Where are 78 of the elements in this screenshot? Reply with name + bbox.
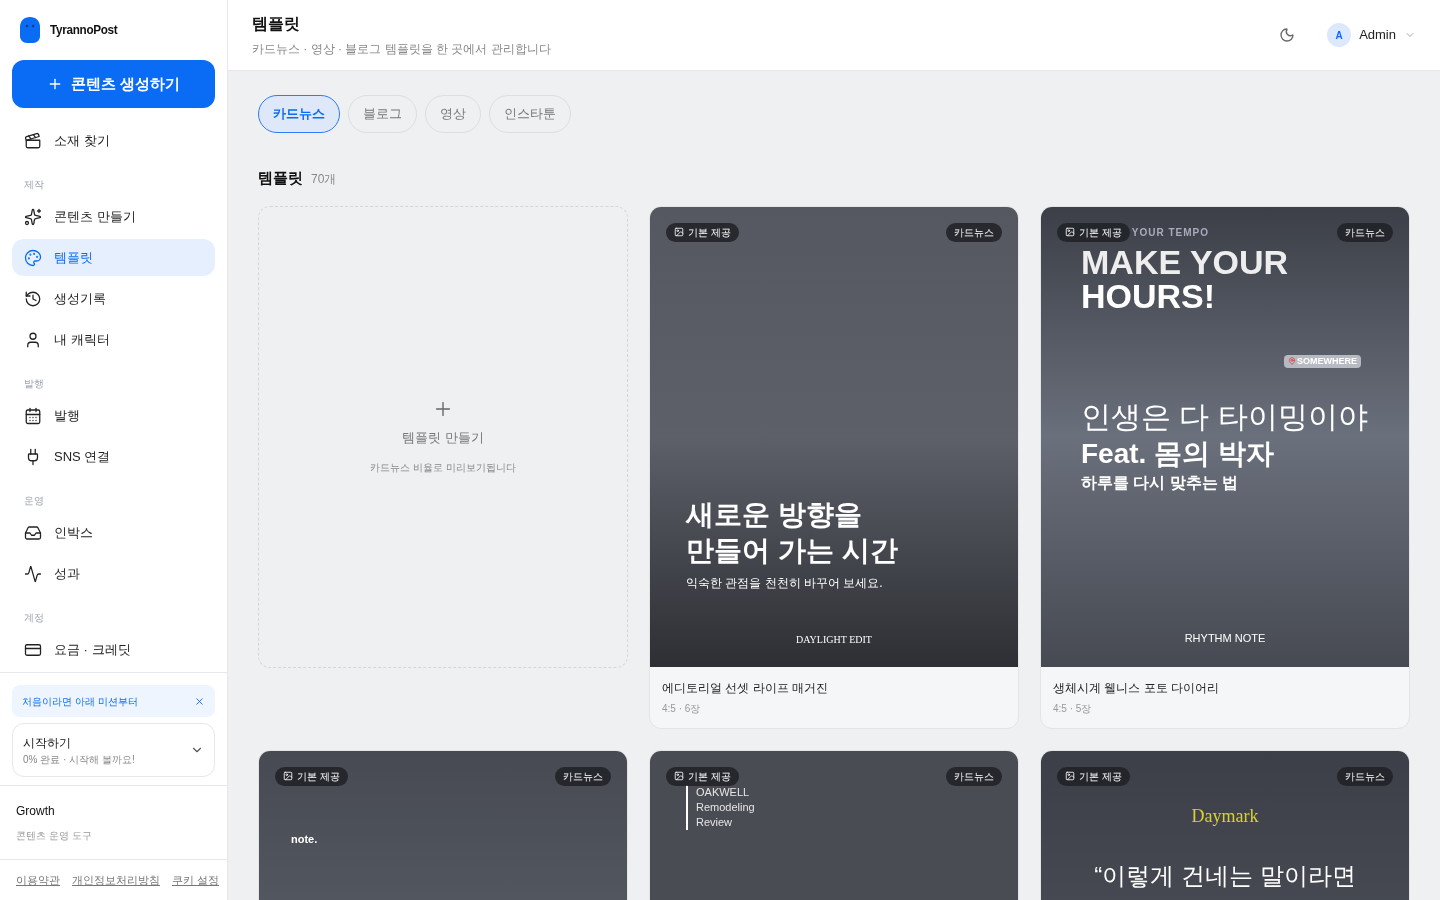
category-tab[interactable]: 카드뉴스 (258, 95, 340, 133)
preview-headline: 인생은 다 타이밍이야 (1081, 399, 1369, 435)
nav-section-label: 발행 (23, 377, 45, 391)
nav-icon (24, 289, 42, 308)
onboarding-progress: 0% 완료 · 시작해 볼까요! (23, 752, 135, 767)
section-title: 템플릿 (258, 168, 303, 188)
nav-icon (24, 207, 42, 226)
image-icon (1065, 227, 1075, 237)
nav-section-label: 운영 (23, 494, 45, 508)
template-card[interactable]: 기본 제공 카드뉴스 Daymark “이렇게 건네는 말이라면 (1040, 749, 1410, 900)
template-title: 에디토리얼 선셋 라이프 매거진 (662, 679, 829, 697)
brand-name: TyrannoPost (50, 21, 118, 40)
preview-subtitle: 하루를 다시 맞추는 법 (1081, 472, 1240, 493)
plan-name: Growth (16, 803, 56, 820)
preview-text: Remodeling (696, 799, 756, 815)
preview-text: Review (696, 814, 734, 830)
plan-description: 콘텐츠 운영 도구 (16, 829, 93, 843)
create-template-hint: 카드뉴스 비율로 미리보기됩니다 (370, 460, 516, 475)
nav-icon (24, 131, 42, 150)
preview-kicker: YOUR TEMPO (1131, 225, 1209, 240)
nav-icon (24, 523, 42, 542)
preview-footer-text: RHYTHM NOTE (1184, 631, 1266, 646)
template-count: 70개 (311, 171, 337, 188)
nav-item[interactable]: 콘텐츠 만들기 (12, 198, 215, 235)
template-meta: 4:5 · 6장 (662, 701, 702, 716)
user-avatar: A (1327, 23, 1352, 47)
page-title: 템플릿 (252, 14, 301, 34)
user-menu[interactable]: A Admin (1327, 23, 1416, 47)
nav-item[interactable]: 발행 (12, 397, 215, 434)
template-card[interactable]: 기본 제공 카드뉴스 OAKWELL Remodeling Review (649, 749, 1019, 900)
nav-item[interactable]: 템플릿 (12, 239, 215, 276)
preview-text: OAKWELL (696, 784, 751, 800)
preview-headline: 새로운 방향을 (686, 497, 863, 532)
preview-subtitle: 익숙한 관점을 천천히 바꾸어 보세요. (686, 574, 884, 592)
nav-item[interactable]: 요금 · 크레딧 (12, 631, 215, 668)
image-icon (674, 227, 684, 237)
onboarding-title: 시작하기 (23, 734, 72, 752)
close-icon[interactable] (194, 695, 205, 707)
nav-section-label: 계정 (23, 611, 45, 625)
create-template-title: 템플릿 만들기 (402, 429, 484, 448)
preview-quote: “이렇게 건네는 말이라면 (1094, 860, 1356, 891)
preview-headline: MAKE YOUR (1081, 244, 1290, 279)
template-card[interactable]: 기본 제공 카드뉴스 새로운 방향을 만들어 가는 시간 익숙한 관점을 천천히 바꾸어 보세요. DAYLIGHT EDIT 에디토리얼 선셋 라이프 매거진 4:5 · 6장 (649, 205, 1019, 729)
image-icon (674, 771, 684, 781)
template-title: 생체시계 웰니스 포토 다이어리 (1053, 679, 1220, 697)
nav-icon (24, 564, 42, 583)
nav-item[interactable]: 내 캐릭터 (12, 321, 215, 358)
preview-logo-text: note. (291, 832, 318, 845)
nav-item[interactable]: 생성기록 (12, 280, 215, 317)
mission-banner-text: 처음이라면 아래 미션부터 (22, 694, 138, 709)
onboarding-card[interactable]: 시작하기 0% 완료 · 시작해 볼까요! (12, 723, 215, 777)
create-template-card[interactable]: 템플릿 만들기 카드뉴스 비율로 미리보기됩니다 (258, 205, 628, 668)
nav-item[interactable]: SNS 연결 (12, 438, 215, 475)
template-card[interactable]: 기본 제공 YOUR TEMPO 카드뉴스 MAKE YOUR HOURS! SOMEWHERE 인생은 다 타이밍이야 Feat. 몸의 박자 하루를 다시 맞추는 법 RHYTHM NOTE 생체시계 웰니스 포토 다이어리 4:5 · 5장 (1040, 205, 1410, 729)
footer-link[interactable]: 쿠키 설정 (172, 871, 220, 889)
nav-icon (24, 330, 42, 349)
preview-logo-text: Daymark (1191, 804, 1259, 828)
pin-icon (1288, 357, 1296, 366)
nav-icon (24, 406, 42, 425)
preview-footer-text: DAYLIGHT EDIT (796, 632, 872, 647)
location-tag: SOMEWHERE (1284, 354, 1361, 368)
preview-headline: 만들어 가는 시간 (686, 534, 899, 569)
nav-icon (24, 248, 42, 267)
create-content-button[interactable]: 콘텐츠 생성하기 (12, 60, 215, 108)
footer-link[interactable]: 이용약관 (16, 871, 60, 889)
nav-item[interactable]: 성과 (12, 555, 215, 592)
footer-link[interactable]: 개인정보처리방침 (72, 871, 160, 889)
preview-headline: HOURS! (1081, 278, 1217, 313)
image-icon (283, 771, 293, 781)
template-meta: 4:5 · 5장 (1053, 701, 1093, 716)
nav-section-label: 제작 (23, 178, 45, 192)
nav-item[interactable]: 인박스 (12, 514, 215, 551)
nav-item[interactable]: 소재 찾기 (12, 122, 215, 159)
preview-headline: Feat. 몸의 박자 (1081, 436, 1275, 471)
image-icon (1065, 771, 1075, 781)
template-card[interactable]: 기본 제공 카드뉴스 note. (258, 749, 628, 900)
page-subtitle: 카드뉴스 · 영상 · 블로그 템플릿을 한 곳에서 관리합니다 (252, 41, 551, 58)
dark-mode-icon[interactable] (1279, 27, 1296, 43)
